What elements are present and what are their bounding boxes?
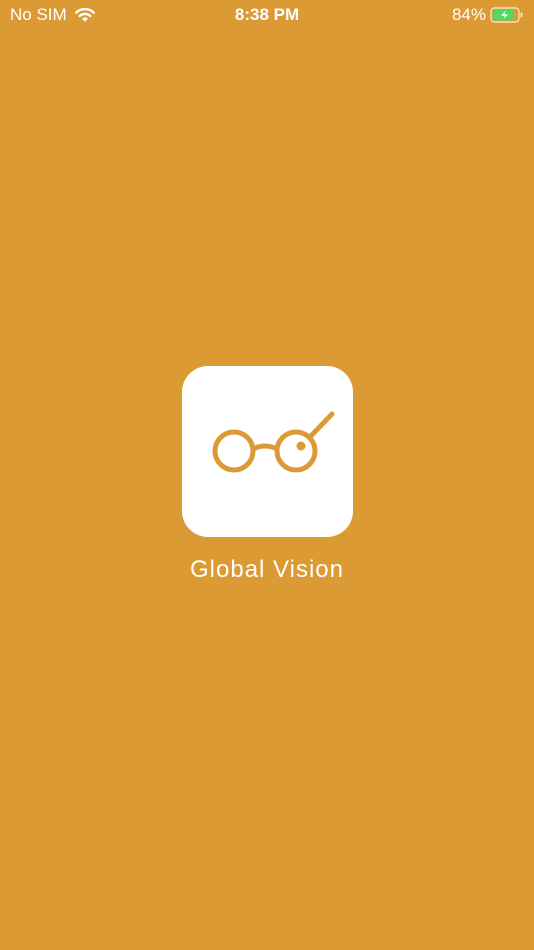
battery-charging-icon — [490, 7, 523, 23]
status-bar: No SIM 8:38 PM 84% — [0, 0, 534, 30]
app-name: Global Vision — [190, 556, 344, 583]
app-logo — [182, 366, 353, 537]
battery-percent: 84% — [451, 5, 486, 24]
status-right: 84% — [452, 5, 524, 25]
glasses-icon — [212, 411, 335, 473]
